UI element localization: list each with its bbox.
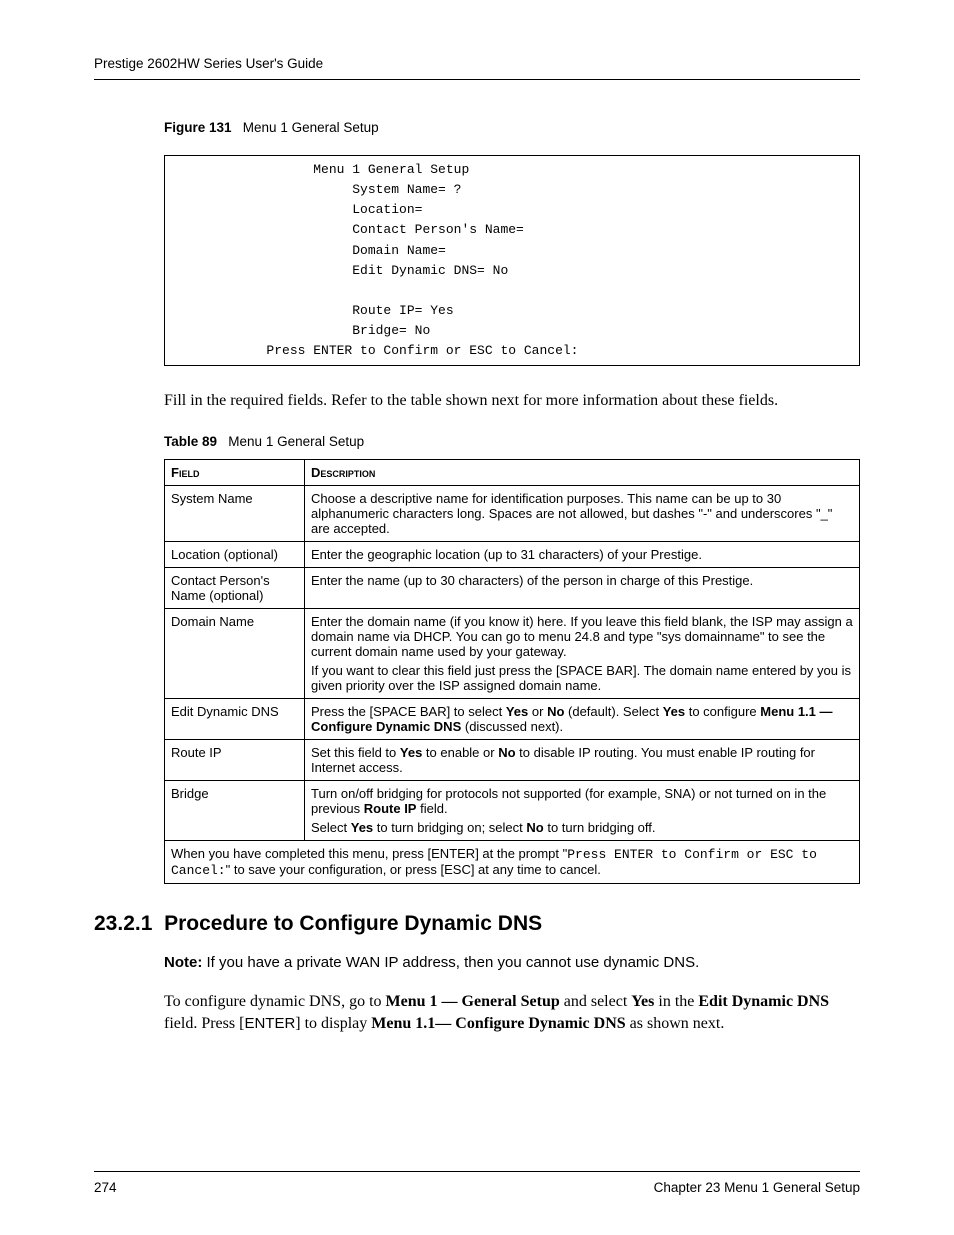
th-field: Field [165, 460, 305, 486]
page-number: 274 [94, 1180, 117, 1195]
chapter-label: Chapter 23 Menu 1 General Setup [654, 1180, 860, 1195]
section-number: 23.2.1 [94, 912, 152, 935]
table-row: Edit Dynamic DNSPress the [SPACE BAR] to… [165, 699, 860, 740]
table-row: BridgeTurn on/off bridging for protocols… [165, 781, 860, 841]
table-header-row: Field Description [165, 460, 860, 486]
table-footer-row: When you have completed this menu, press… [165, 841, 860, 884]
body-paragraph-1: Fill in the required fields. Refer to th… [164, 390, 860, 412]
field-cell: Location (optional) [165, 542, 305, 568]
field-cell: Route IP [165, 740, 305, 781]
terminal-output: Menu 1 General Setup System Name= ? Loca… [164, 155, 860, 366]
table-row: Route IPSet this field to Yes to enable … [165, 740, 860, 781]
figure-title: Menu 1 General Setup [243, 120, 379, 135]
page-header: Prestige 2602HW Series User's Guide [94, 56, 860, 80]
page-footer: 274 Chapter 23 Menu 1 General Setup [94, 1171, 860, 1195]
table-footer-cell: When you have completed this menu, press… [165, 841, 860, 884]
section-title: Procedure to Configure Dynamic DNS [164, 912, 542, 935]
field-cell: Domain Name [165, 609, 305, 699]
table-row: System NameChoose a descriptive name for… [165, 486, 860, 542]
th-description: Description [305, 460, 860, 486]
desc-cell: Enter the domain name (if you know it) h… [305, 609, 860, 699]
table-row: Contact Person's Name (optional)Enter th… [165, 568, 860, 609]
field-cell: System Name [165, 486, 305, 542]
table-title: Menu 1 General Setup [228, 434, 364, 449]
desc-cell: Set this field to Yes to enable or No to… [305, 740, 860, 781]
desc-cell: Turn on/off bridging for protocols not s… [305, 781, 860, 841]
note-line: Note: If you have a private WAN IP addre… [164, 954, 860, 971]
note-label: Note: [164, 954, 202, 971]
desc-cell: Choose a descriptive name for identifica… [305, 486, 860, 542]
section-heading: 23.2.1 Procedure to Configure Dynamic DN… [94, 912, 860, 936]
content-area: Figure 131 Menu 1 General Setup Menu 1 G… [94, 120, 860, 1034]
table-row: Location (optional)Enter the geographic … [165, 542, 860, 568]
note-body: If you have a private WAN IP address, th… [207, 954, 700, 971]
body-paragraph-2: To configure dynamic DNS, go to Menu 1 —… [164, 991, 860, 1034]
figure-label: Figure 131 [164, 120, 232, 135]
field-cell: Contact Person's Name (optional) [165, 568, 305, 609]
field-cell: Bridge [165, 781, 305, 841]
desc-cell: Enter the name (up to 30 characters) of … [305, 568, 860, 609]
table-caption: Table 89 Menu 1 General Setup [164, 434, 860, 449]
table-row: Domain NameEnter the domain name (if you… [165, 609, 860, 699]
field-cell: Edit Dynamic DNS [165, 699, 305, 740]
desc-cell: Enter the geographic location (up to 31 … [305, 542, 860, 568]
figure-caption: Figure 131 Menu 1 General Setup [164, 120, 860, 135]
fields-table: Field Description System NameChoose a de… [164, 459, 860, 884]
table-label: Table 89 [164, 434, 217, 449]
desc-cell: Press the [SPACE BAR] to select Yes or N… [305, 699, 860, 740]
